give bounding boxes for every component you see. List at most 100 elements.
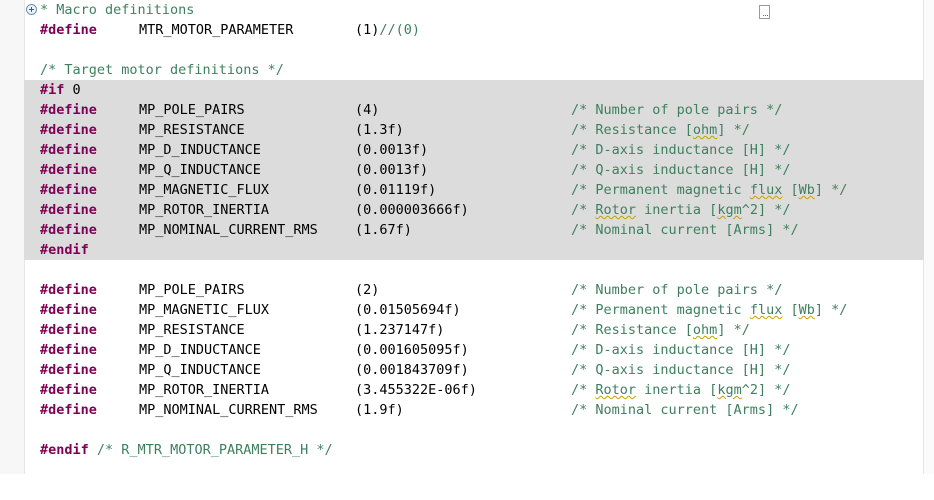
code-line-final-endif: #endif /* R_MTR_MOTOR_PARAMETER_H */: [24, 440, 924, 460]
macro-name: MTR_MOTOR_PARAMETER: [139, 22, 294, 38]
define-keyword: #define: [40, 322, 97, 338]
define-line: #define MP_NOMINAL_CURRENT_RMS (1.67f) /* N…: [24, 220, 924, 240]
comment-segment: flux: [749, 302, 783, 318]
comment-segment: ] */: [717, 122, 750, 138]
comment-segment: /* Nominal current [Arms] */: [571, 222, 799, 238]
define-keyword: #define: [40, 102, 97, 118]
define-line: #define MP_RESISTANCE (1.237147f) /* Resist…: [24, 320, 924, 340]
comment-segment: /* Nominal current [Arms] */: [571, 402, 799, 418]
macro-name: MP_POLE_PAIRS: [139, 282, 245, 298]
comment-segment: [: [782, 302, 799, 318]
comment-segment: kgm: [717, 382, 742, 398]
macro-value: (1.237147f): [355, 322, 445, 338]
define-line: #define MP_POLE_PAIRS (2) /* Number of pole…: [24, 280, 924, 300]
if-directive: #if 0: [40, 80, 81, 100]
macro-name: MP_MAGNETIC_FLUX: [139, 302, 270, 318]
code-editor[interactable]: * Macro definitions #define MTR_MOTOR_PA…: [24, 0, 924, 460]
define-keyword: #define: [40, 342, 97, 358]
define-keyword: #define: [40, 382, 97, 398]
macro-name: MP_ROTOR_INERTIA: [139, 202, 270, 218]
final-endif: #endif /* R_MTR_MOTOR_PARAMETER_H */: [40, 440, 333, 460]
comment-segment: inertia [: [636, 382, 718, 398]
comment-segment: /* Q-axis inductance [H] */: [571, 162, 791, 178]
comment-segment: ^2] */: [741, 382, 791, 398]
overview-ruler[interactable]: [923, 0, 934, 474]
active-block: #define MP_POLE_PAIRS (2) /* Number of pole…: [24, 280, 924, 420]
define-comment: /* Nominal current [Arms] */: [571, 220, 799, 240]
comment-segment: ohm: [692, 322, 718, 338]
macro-name: MP_Q_INDUCTANCE: [139, 362, 261, 378]
comment-segment: kgm: [717, 202, 742, 218]
define-keyword: #define: [40, 222, 97, 238]
comment-segment: ] */: [814, 182, 848, 198]
macro-value: (0.001843709f): [355, 362, 469, 378]
define-keyword: #define: [40, 182, 97, 198]
define-comment: /* Permanent magnetic flux [Wb] */: [571, 300, 847, 320]
macro-name: MP_D_INDUCTANCE: [139, 142, 261, 158]
define-comment: /* Resistance [ohm] */: [571, 120, 750, 140]
macro-value: (1)//(0): [355, 20, 420, 40]
comment-segment: /* Q-axis inductance [H] */: [571, 362, 791, 378]
define-line: #define MP_D_INDUCTANCE (0.0013f) /* D-axis…: [24, 140, 924, 160]
macro-name: MP_NOMINAL_CURRENT_RMS: [139, 222, 318, 238]
code-line-endif: #endif: [24, 240, 924, 260]
define-line: #define MP_POLE_PAIRS (4) /* Number of pole…: [24, 100, 924, 120]
comment-segment: /* D-axis inductance [H] */: [571, 142, 791, 158]
comment-segment: ohm: [692, 122, 718, 138]
target-comment: /* Target motor definitions */: [40, 62, 284, 78]
macro-name: MP_Q_INDUCTANCE: [139, 162, 261, 178]
comment-segment: ] */: [717, 322, 750, 338]
comment-segment: /* D-axis inductance [H] */: [571, 342, 791, 358]
define-comment: /* Resistance [ohm] */: [571, 320, 750, 340]
macro-value: (2): [355, 282, 380, 298]
macro-value: (1.9f): [355, 402, 404, 418]
define-keyword: #define: [40, 122, 97, 138]
code-line: #define MTR_MOTOR_PARAMETER (1)//(0): [24, 20, 924, 40]
comment-segment: Rotor: [595, 202, 637, 218]
comment-segment: /* Resistance [: [571, 322, 693, 338]
define-comment: /* Q-axis inductance [H] */: [571, 160, 790, 180]
macro-value: (0.0013f): [355, 162, 429, 178]
if-value: 0: [72, 82, 81, 98]
define-line: #define MP_NOMINAL_CURRENT_RMS (1.9f) /* No…: [24, 400, 924, 420]
inactive-block: #define MP_POLE_PAIRS (4) /* Number of pole…: [24, 100, 924, 240]
define-keyword: #define: [40, 362, 97, 378]
define-comment: /* Number of pole pairs */: [571, 280, 782, 300]
define-comment: /* Rotor inertia [kgm^2] */: [571, 200, 790, 220]
define-keyword: #define: [40, 142, 97, 158]
define-line: #define MP_ROTOR_INERTIA (3.455322E-06f) /*…: [24, 380, 924, 400]
macro-name: MP_RESISTANCE: [139, 322, 245, 338]
define-keyword: #define: [40, 162, 97, 178]
macro-name: MP_ROTOR_INERTIA: [139, 382, 270, 398]
define-comment: /* Nominal current [Arms] */: [571, 400, 799, 420]
comment-segment: /*: [571, 202, 596, 218]
code-line-if: #if 0: [24, 80, 924, 100]
define-line: #define MP_D_INDUCTANCE (0.001605095f) /* D…: [24, 340, 924, 360]
if-keyword: #if: [40, 82, 65, 98]
define-comment: /* D-axis inductance [H] */: [571, 140, 790, 160]
macro-value: (0.000003666f): [355, 202, 469, 218]
comment-segment: /* Number of pole pairs */: [571, 102, 783, 118]
comment-segment: Wb: [798, 302, 815, 318]
macro-value: (0.0013f): [355, 142, 429, 158]
define-comment: /* Permanent magnetic flux [Wb] */: [571, 180, 847, 200]
define-line: #define MP_MAGNETIC_FLUX (0.01505694f) /* P…: [24, 300, 924, 320]
comment-segment: ] */: [814, 302, 848, 318]
define-comment: /* Q-axis inductance [H] */: [571, 360, 790, 380]
define-keyword: #define: [40, 302, 97, 318]
comment-segment: [: [782, 182, 799, 198]
define-comment: /* Number of pole pairs */: [571, 100, 782, 120]
macro-comment: * Macro definitions: [40, 2, 195, 18]
define-comment: /* D-axis inductance [H] */: [571, 340, 790, 360]
code-line: * Macro definitions: [24, 0, 924, 20]
define-keyword: #define: [40, 282, 97, 298]
comment-segment: Wb: [798, 182, 815, 198]
comment-segment: /* Permanent magnetic: [571, 302, 750, 318]
define-comment: /* Rotor inertia [kgm^2] */: [571, 380, 790, 400]
endif-keyword: #endif: [40, 242, 89, 258]
comment-segment: Rotor: [595, 382, 637, 398]
macro-name: MP_NOMINAL_CURRENT_RMS: [139, 402, 318, 418]
